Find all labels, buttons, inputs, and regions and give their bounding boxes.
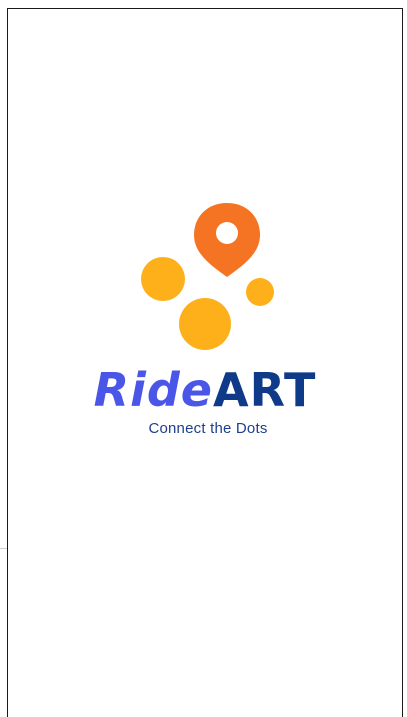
edge-marker bbox=[0, 548, 7, 549]
brand-wordmark: Ride ART bbox=[70, 362, 340, 418]
tagline: Connect the Dots bbox=[148, 420, 268, 437]
brand-name-art: ART bbox=[212, 363, 317, 417]
splash-screen: Ride ART Connect the Dots bbox=[0, 0, 407, 717]
dot-icon bbox=[246, 278, 274, 306]
map-pin-icon bbox=[194, 203, 260, 277]
dot-icon bbox=[141, 257, 185, 301]
brand-name-ride: Ride bbox=[93, 363, 213, 417]
dot-icon bbox=[179, 298, 231, 350]
